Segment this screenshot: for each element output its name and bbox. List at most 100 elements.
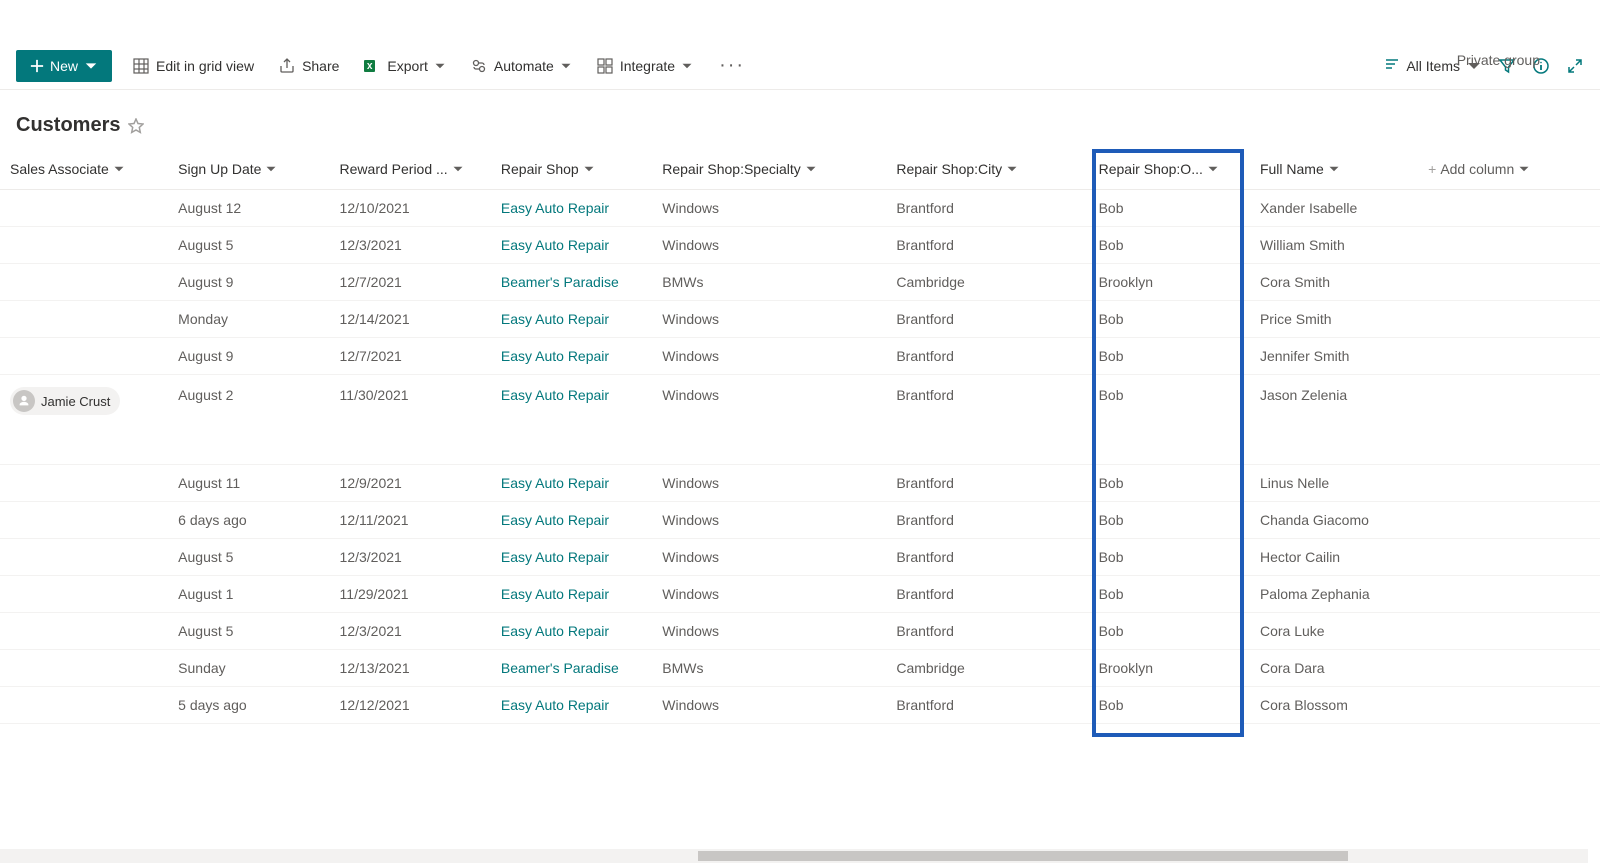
cell-rewardPeriod[interactable]: 12/3/2021 [330, 539, 491, 576]
cell-fullName[interactable]: Chanda Giacomo [1250, 502, 1418, 539]
cell-fullName[interactable]: Cora Smith [1250, 264, 1418, 301]
share-button[interactable]: Share [274, 53, 343, 79]
cell-owner[interactable]: Bob [1089, 502, 1250, 539]
cell-repairShop[interactable]: Easy Auto Repair [491, 687, 652, 724]
cell-signUpDate[interactable]: August 5 [168, 539, 329, 576]
new-button[interactable]: New [16, 50, 112, 82]
cell-signUpDate[interactable]: Sunday [168, 650, 329, 687]
cell-signUpDate[interactable]: August 11 [168, 465, 329, 502]
cell-city[interactable]: Brantford [886, 338, 1088, 375]
table-row[interactable]: August 912/7/2021Beamer's ParadiseBMWsCa… [0, 264, 1600, 301]
cell-salesAssociate[interactable] [0, 539, 168, 576]
horizontal-scrollbar-track[interactable] [0, 849, 1588, 863]
cell-owner[interactable]: Bob [1089, 338, 1250, 375]
cell-salesAssociate[interactable] [0, 650, 168, 687]
favorite-star-icon[interactable] [128, 118, 144, 134]
more-actions-button[interactable]: ··· [713, 54, 751, 77]
table-row[interactable]: 5 days ago12/12/2021Easy Auto RepairWind… [0, 687, 1600, 724]
cell-specialty[interactable]: BMWs [652, 264, 886, 301]
cell-fullName[interactable]: William Smith [1250, 227, 1418, 264]
integrate-button[interactable]: Integrate [592, 53, 697, 79]
cell-rewardPeriod[interactable]: 12/14/2021 [330, 301, 491, 338]
cell-owner[interactable]: Bob [1089, 687, 1250, 724]
cell-signUpDate[interactable]: 6 days ago [168, 502, 329, 539]
cell-city[interactable]: Brantford [886, 502, 1088, 539]
cell-signUpDate[interactable]: August 5 [168, 227, 329, 264]
table-row[interactable]: August 512/3/2021Easy Auto RepairWindows… [0, 227, 1600, 264]
table-row[interactable]: 6 days ago12/11/2021Easy Auto RepairWind… [0, 502, 1600, 539]
cell-rewardPeriod[interactable]: 12/7/2021 [330, 338, 491, 375]
cell-signUpDate[interactable]: August 9 [168, 264, 329, 301]
cell-salesAssociate[interactable] [0, 301, 168, 338]
cell-repairShop[interactable]: Easy Auto Repair [491, 338, 652, 375]
cell-fullName[interactable]: Cora Luke [1250, 613, 1418, 650]
cell-specialty[interactable]: Windows [652, 338, 886, 375]
cell-salesAssociate[interactable] [0, 576, 168, 613]
cell-city[interactable]: Brantford [886, 539, 1088, 576]
table-row[interactable]: August 1212/10/2021Easy Auto RepairWindo… [0, 190, 1600, 227]
cell-specialty[interactable]: Windows [652, 301, 886, 338]
cell-owner[interactable]: Brooklyn [1089, 264, 1250, 301]
cell-owner[interactable]: Bob [1089, 190, 1250, 227]
add-column-button[interactable]: + Add column [1418, 149, 1600, 190]
cell-city[interactable]: Brantford [886, 465, 1088, 502]
table-row[interactable]: Jamie CrustAugust 211/30/2021Easy Auto R… [0, 375, 1600, 465]
cell-owner[interactable]: Brooklyn [1089, 650, 1250, 687]
cell-salesAssociate[interactable] [0, 502, 168, 539]
cell-city[interactable]: Brantford [886, 375, 1088, 465]
table-row[interactable]: Monday12/14/2021Easy Auto RepairWindowsB… [0, 301, 1600, 338]
repair-shop-link[interactable]: Easy Auto Repair [501, 586, 609, 602]
cell-signUpDate[interactable]: Monday [168, 301, 329, 338]
cell-rewardPeriod[interactable]: 11/30/2021 [330, 375, 491, 465]
cell-fullName[interactable]: Jennifer Smith [1250, 338, 1418, 375]
repair-shop-link[interactable]: Easy Auto Repair [501, 387, 609, 403]
table-row[interactable]: August 111/29/2021Easy Auto RepairWindow… [0, 576, 1600, 613]
column-header-repairShop[interactable]: Repair Shop [491, 149, 652, 190]
cell-rewardPeriod[interactable]: 12/12/2021 [330, 687, 491, 724]
cell-rewardPeriod[interactable]: 12/3/2021 [330, 227, 491, 264]
cell-city[interactable]: Brantford [886, 613, 1088, 650]
column-header-specialty[interactable]: Repair Shop:Specialty [652, 149, 886, 190]
column-header-rewardPeriod[interactable]: Reward Period ... [330, 149, 491, 190]
grid-wrapper[interactable]: Sales AssociateSign Up DateReward Period… [0, 149, 1600, 807]
cell-repairShop[interactable]: Easy Auto Repair [491, 502, 652, 539]
cell-salesAssociate[interactable] [0, 338, 168, 375]
column-header-fullName[interactable]: Full Name [1250, 149, 1418, 190]
cell-rewardPeriod[interactable]: 12/3/2021 [330, 613, 491, 650]
expand-button[interactable] [1566, 57, 1584, 75]
table-row[interactable]: August 1112/9/2021Easy Auto RepairWindow… [0, 465, 1600, 502]
cell-repairShop[interactable]: Easy Auto Repair [491, 465, 652, 502]
persona-chip[interactable]: Jamie Crust [10, 387, 120, 415]
cell-fullName[interactable]: Jason Zelenia [1250, 375, 1418, 465]
cell-rewardPeriod[interactable]: 12/13/2021 [330, 650, 491, 687]
repair-shop-link[interactable]: Easy Auto Repair [501, 237, 609, 253]
cell-specialty[interactable]: BMWs [652, 650, 886, 687]
cell-repairShop[interactable]: Easy Auto Repair [491, 227, 652, 264]
column-header-signUpDate[interactable]: Sign Up Date [168, 149, 329, 190]
cell-repairShop[interactable]: Beamer's Paradise [491, 650, 652, 687]
cell-specialty[interactable]: Windows [652, 539, 886, 576]
cell-fullName[interactable]: Xander Isabelle [1250, 190, 1418, 227]
cell-city[interactable]: Brantford [886, 301, 1088, 338]
horizontal-scrollbar-thumb[interactable] [698, 851, 1348, 861]
cell-salesAssociate[interactable] [0, 687, 168, 724]
cell-signUpDate[interactable]: August 5 [168, 613, 329, 650]
cell-salesAssociate[interactable]: Jamie Crust [0, 375, 168, 465]
cell-specialty[interactable]: Windows [652, 190, 886, 227]
repair-shop-link[interactable]: Easy Auto Repair [501, 697, 609, 713]
cell-repairShop[interactable]: Easy Auto Repair [491, 190, 652, 227]
cell-fullName[interactable]: Linus Nelle [1250, 465, 1418, 502]
cell-owner[interactable]: Bob [1089, 613, 1250, 650]
repair-shop-link[interactable]: Easy Auto Repair [501, 200, 609, 216]
cell-rewardPeriod[interactable]: 12/9/2021 [330, 465, 491, 502]
cell-specialty[interactable]: Windows [652, 687, 886, 724]
cell-specialty[interactable]: Windows [652, 502, 886, 539]
cell-city[interactable]: Brantford [886, 227, 1088, 264]
cell-fullName[interactable]: Paloma Zephania [1250, 576, 1418, 613]
column-header-city[interactable]: Repair Shop:City [886, 149, 1088, 190]
repair-shop-link[interactable]: Easy Auto Repair [501, 475, 609, 491]
repair-shop-link[interactable]: Easy Auto Repair [501, 623, 609, 639]
cell-rewardPeriod[interactable]: 11/29/2021 [330, 576, 491, 613]
cell-fullName[interactable]: Cora Blossom [1250, 687, 1418, 724]
export-button[interactable]: Export [359, 53, 449, 79]
